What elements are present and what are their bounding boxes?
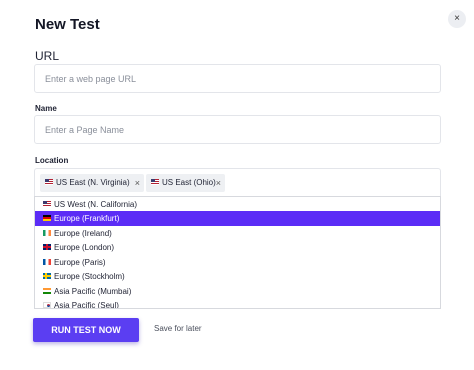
option-label: US West (N. California) <box>54 200 137 209</box>
us-flag-icon <box>151 178 159 185</box>
modal-title: New Test <box>35 16 100 33</box>
option-label: Asia Pacific (Seul) <box>54 301 119 309</box>
chip-remove-icon[interactable]: × <box>216 174 221 192</box>
location-option[interactable]: Europe (Paris) <box>35 255 440 270</box>
option-label: Europe (Stockholm) <box>54 272 125 281</box>
france-flag-icon <box>43 258 51 265</box>
location-option[interactable]: Europe (Ireland) <box>35 226 440 241</box>
run-test-button[interactable]: RUN TEST NOW <box>33 318 139 342</box>
chip-label: US East (N. Virginia) <box>56 178 130 187</box>
us-flag-icon <box>43 200 51 207</box>
option-label: Europe (Frankfurt) <box>54 214 120 223</box>
ireland-flag-icon <box>43 229 51 236</box>
location-option[interactable]: US West (N. California) <box>35 197 440 212</box>
save-for-later-link[interactable]: Save for later <box>154 324 202 333</box>
chip-remove-icon[interactable]: × <box>135 174 140 192</box>
close-icon[interactable]: × <box>448 10 466 28</box>
location-option[interactable]: Europe (London) <box>35 240 440 255</box>
option-label: Europe (Ireland) <box>54 229 112 238</box>
germany-flag-icon <box>43 214 51 221</box>
sweden-flag-icon <box>43 272 51 279</box>
chip-label: US East (Ohio) <box>162 178 216 187</box>
location-option-highlighted[interactable]: Europe (Frankfurt) <box>35 211 440 226</box>
name-label: Name <box>35 104 57 113</box>
location-option[interactable]: Asia Pacific (Mumbai) <box>35 284 440 299</box>
option-label: Asia Pacific (Mumbai) <box>54 287 132 296</box>
south-korea-flag-icon <box>43 301 51 308</box>
location-dropdown[interactable]: US West (N. California) Europe (Frankfur… <box>34 196 441 309</box>
option-label: Europe (Paris) <box>54 258 106 267</box>
location-multiselect[interactable]: US East (N. Virginia) × US East (Ohio) × <box>34 168 441 197</box>
url-label: URL <box>35 49 60 63</box>
india-flag-icon <box>43 287 51 294</box>
new-test-modal: New Test × URL Name Location US East (N.… <box>0 0 474 370</box>
location-option[interactable]: Europe (Stockholm) <box>35 269 440 284</box>
location-chip: US East (N. Virginia) × <box>40 174 144 192</box>
name-input[interactable] <box>34 115 441 144</box>
uk-flag-icon <box>43 243 51 250</box>
location-chip: US East (Ohio) × <box>146 174 225 192</box>
location-option[interactable]: Asia Pacific (Seul) <box>35 298 440 309</box>
us-flag-icon <box>45 178 53 185</box>
location-label: Location <box>35 156 69 165</box>
url-input[interactable] <box>34 64 441 93</box>
option-label: Europe (London) <box>54 243 115 252</box>
